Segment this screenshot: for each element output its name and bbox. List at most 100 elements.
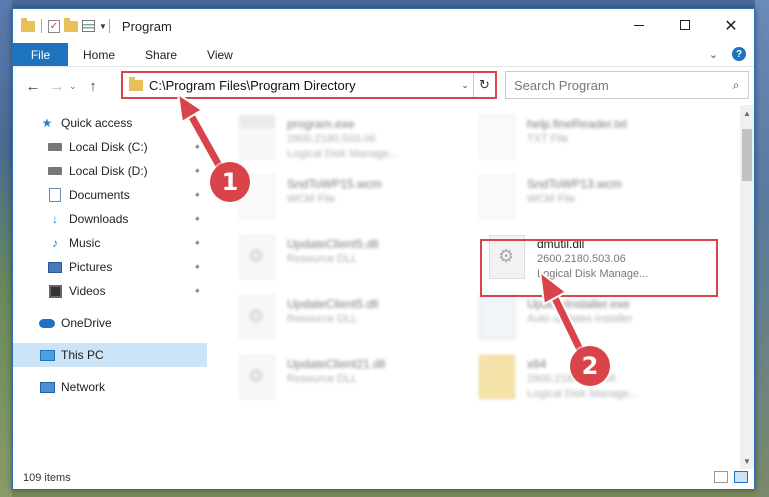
- sidebar-item-onedrive[interactable]: OneDrive: [13, 311, 207, 335]
- pin-icon[interactable]: ✦: [193, 286, 201, 297]
- file-version: 2600.2180.503.06: [287, 133, 376, 145]
- navigation-pane: ★ Quick access Local Disk (C:) ✦ Local D…: [13, 105, 207, 469]
- download-arrow-icon: ↓: [52, 212, 58, 226]
- pin-icon[interactable]: ✦: [193, 142, 201, 153]
- tab-file[interactable]: File: [13, 43, 68, 66]
- quick-access-toolbar: ✓ ▼: [21, 17, 107, 33]
- list-item[interactable]: program.exe 2600.2180.503.06 Logical Dis…: [239, 115, 471, 169]
- computer-icon: [39, 348, 55, 362]
- drive-icon: [47, 164, 63, 178]
- file-name: UpdateClient5.dll: [287, 237, 379, 251]
- large-icons-view-icon[interactable]: [734, 471, 748, 483]
- maximize-button[interactable]: [662, 9, 708, 41]
- close-icon: ✕: [724, 15, 738, 35]
- view-toggle: [714, 471, 748, 483]
- ribbon-tabs: File Home Share View ⌄ ?: [13, 43, 754, 67]
- window-controls: ✕: [616, 9, 754, 41]
- file-description: Logical Disk Manage...: [287, 148, 399, 160]
- properties-list-icon[interactable]: [82, 20, 95, 32]
- up-button[interactable]: ↑: [81, 78, 105, 95]
- sidebar-item-label: Downloads: [69, 212, 129, 226]
- pin-icon[interactable]: ✦: [193, 238, 201, 249]
- address-dropdown-chevron-icon[interactable]: ⌄: [457, 80, 473, 91]
- sidebar-item-quick-access[interactable]: ★ Quick access: [13, 111, 207, 135]
- search-icon[interactable]: ⌕: [724, 78, 748, 93]
- pin-icon[interactable]: ✦: [193, 166, 201, 177]
- dll-file-icon: [239, 295, 275, 339]
- file-name: help.fineReader.txt: [527, 117, 628, 131]
- status-bar: 109 items: [13, 467, 754, 489]
- cloud-icon: [39, 316, 55, 330]
- sidebar-item-local-disk-d[interactable]: Local Disk (D:) ✦: [13, 159, 207, 183]
- list-item[interactable]: UpdateClient5.dll Resource DLL: [239, 295, 471, 349]
- sidebar-item-label: OneDrive: [61, 316, 112, 330]
- folder-icon[interactable]: [21, 17, 35, 32]
- sidebar-item-label: Local Disk (C:): [69, 140, 148, 154]
- pin-icon[interactable]: ✦: [193, 190, 201, 201]
- sidebar-item-label: Local Disk (D:): [69, 164, 148, 178]
- list-item[interactable]: UpdateClient5.dll Resource DLL: [239, 235, 471, 289]
- minimize-icon: [634, 24, 644, 26]
- new-folder-icon[interactable]: [64, 17, 78, 32]
- address-bar[interactable]: C:\Program Files\Program Directory ⌄ ↻: [121, 71, 497, 99]
- sidebar-item-videos[interactable]: Videos ✦: [13, 279, 207, 303]
- videos-icon: [47, 284, 63, 298]
- file-type: Resource DLL: [287, 373, 358, 385]
- desktop-background-right: [755, 0, 769, 497]
- sidebar-item-documents[interactable]: Documents ✦: [13, 183, 207, 207]
- file-description: Logical Disk Manage...: [527, 388, 639, 400]
- file-type: TXT File: [527, 133, 569, 145]
- tab-share[interactable]: Share: [130, 43, 192, 66]
- vertical-scrollbar[interactable]: ▲ ▼: [740, 105, 754, 469]
- file-name: UpdateInstaller.exe: [527, 297, 630, 311]
- list-item[interactable]: SndToWP13.wcm WCM File: [479, 175, 711, 229]
- list-item[interactable]: UpdateInstaller.exe Auto updates install…: [479, 295, 711, 349]
- sidebar-item-network[interactable]: Network: [13, 375, 207, 399]
- recent-locations-chevron-icon[interactable]: ⌄: [69, 81, 81, 92]
- explorer-window: ✓ ▼ Program ✕ File Home Share View ⌄ ? ←…: [12, 8, 755, 490]
- list-item[interactable]: SndToWP15.wcm WCM File: [239, 175, 471, 229]
- forward-button[interactable]: →: [45, 78, 69, 95]
- details-view-icon[interactable]: [714, 471, 728, 483]
- pin-icon[interactable]: ✦: [193, 214, 201, 225]
- file-type: Resource DLL: [287, 253, 358, 265]
- title-bar: ✓ ▼ Program ✕: [13, 9, 754, 43]
- dmutil-highlight-box: [480, 239, 718, 297]
- folder-icon: [479, 355, 515, 399]
- list-item[interactable]: UpdateClient21.dll Resource DLL: [239, 355, 471, 409]
- scroll-up-arrow-icon[interactable]: ▲: [740, 105, 754, 121]
- window-title: Program: [121, 18, 172, 34]
- dll-file-icon: [239, 355, 275, 399]
- sidebar-item-label: Quick access: [61, 116, 133, 130]
- customize-toolbar-chevron-icon[interactable]: ▼: [99, 22, 107, 31]
- sidebar-item-music[interactable]: ♪ Music ✦: [13, 231, 207, 255]
- file-type: Resource DLL: [287, 313, 358, 325]
- title-divider: [108, 19, 110, 33]
- file-type: WCM File: [527, 193, 576, 205]
- scrollbar-thumb[interactable]: [742, 129, 752, 181]
- pin-icon[interactable]: ✦: [193, 262, 201, 273]
- properties-check-icon[interactable]: ✓: [48, 19, 60, 33]
- pictures-icon: [47, 260, 63, 274]
- address-path[interactable]: C:\Program Files\Program Directory: [149, 78, 457, 93]
- sidebar-item-pictures[interactable]: Pictures ✦: [13, 255, 207, 279]
- list-item[interactable]: help.fineReader.txt TXT File: [479, 115, 711, 169]
- sidebar-item-this-pc[interactable]: This PC: [13, 343, 207, 367]
- navigation-bar: ← → ⌄ ↑ C:\Program Files\Program Directo…: [13, 67, 754, 105]
- tab-view[interactable]: View: [192, 43, 248, 66]
- expand-ribbon-chevron-icon[interactable]: ⌄: [709, 48, 718, 61]
- back-button[interactable]: ←: [21, 78, 45, 95]
- help-icon[interactable]: ?: [732, 47, 746, 61]
- search-box[interactable]: Search Program ⌕: [505, 71, 749, 99]
- wcm-file-icon: [479, 175, 515, 219]
- installer-file-icon: [479, 295, 515, 339]
- sidebar-item-downloads[interactable]: ↓ Downloads ✦: [13, 207, 207, 231]
- close-button[interactable]: ✕: [708, 9, 754, 41]
- sidebar-item-local-disk-c[interactable]: Local Disk (C:) ✦: [13, 135, 207, 159]
- tab-home[interactable]: Home: [68, 43, 130, 66]
- music-note-icon: ♪: [52, 236, 58, 250]
- sidebar-item-label: Videos: [69, 284, 106, 298]
- minimize-button[interactable]: [616, 9, 662, 41]
- search-input[interactable]: Search Program: [514, 78, 724, 93]
- refresh-button[interactable]: ↻: [473, 73, 495, 97]
